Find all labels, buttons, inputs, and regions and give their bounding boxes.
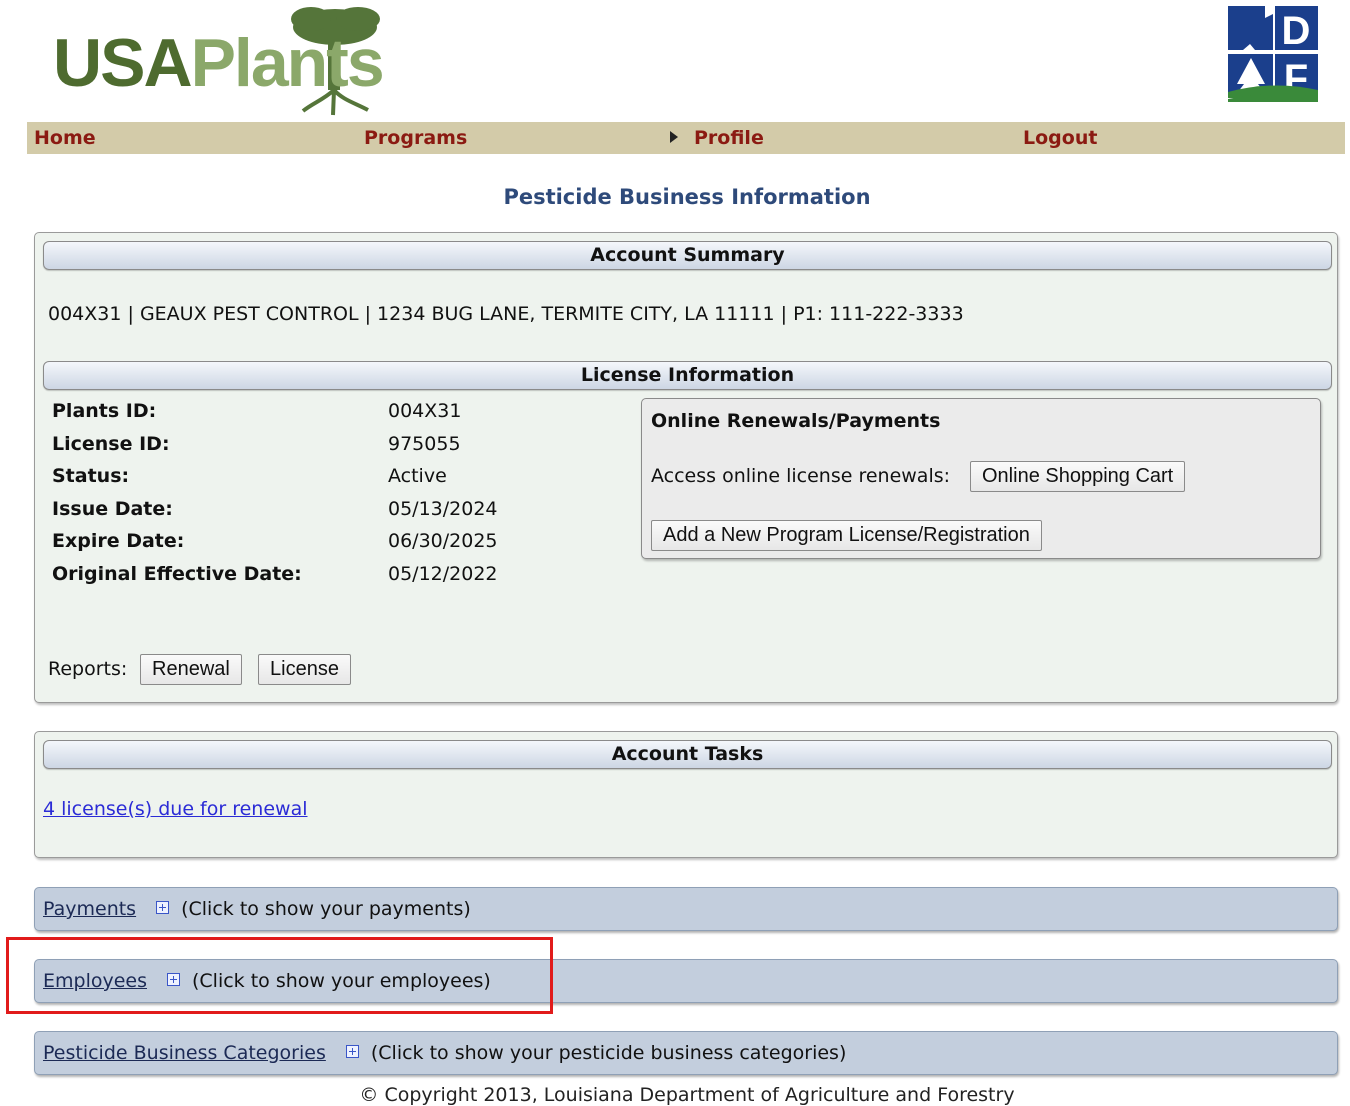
expand-plus-icon[interactable] xyxy=(345,1045,359,1058)
logo-wordmark: USAPlants xyxy=(53,25,385,101)
account-tasks-heading: Account Tasks xyxy=(43,740,1332,769)
employees-hint: (Click to show your employees) xyxy=(192,970,491,992)
nav-home[interactable]: Home xyxy=(34,122,96,154)
pesticide-categories-section: Pesticide Business Categories (Click to s… xyxy=(34,1031,1338,1075)
online-shopping-cart-button[interactable]: Online Shopping Cart xyxy=(970,461,1186,492)
license-id-label: License ID: xyxy=(52,433,170,455)
account-summary-panel: Account Summary 004X31 | GEAUX PEST CONT… xyxy=(34,232,1338,703)
ldaf-logo-icon: D F xyxy=(1228,6,1318,102)
payments-link[interactable]: Payments xyxy=(43,898,136,920)
reports-label: Reports: xyxy=(48,658,128,680)
plants-id-label: Plants ID: xyxy=(52,400,157,422)
renewal-report-button[interactable]: Renewal xyxy=(140,654,242,685)
pesticide-categories-link[interactable]: Pesticide Business Categories xyxy=(43,1042,326,1064)
original-effective-date-value: 05/12/2022 xyxy=(388,563,498,585)
account-summary-line: 004X31 | GEAUX PEST CONTROL | 1234 BUG L… xyxy=(48,303,964,325)
status-label: Status: xyxy=(52,465,130,487)
payments-section: Payments (Click to show your payments) xyxy=(34,887,1338,931)
access-renewals-label: Access online license renewals: xyxy=(651,465,951,487)
account-tasks-panel: Account Tasks 4 license(s) due for renew… xyxy=(34,731,1338,858)
nav-logout[interactable]: Logout xyxy=(1023,122,1097,154)
expire-date-label: Expire Date: xyxy=(52,530,185,552)
expand-plus-icon[interactable] xyxy=(167,973,180,986)
original-effective-date-label: Original Effective Date: xyxy=(52,563,302,585)
svg-text:D: D xyxy=(1282,9,1311,53)
nav-profile[interactable]: Profile xyxy=(670,122,764,154)
nav-profile-label: Profile xyxy=(694,127,764,149)
nav-programs[interactable]: Programs xyxy=(364,122,467,154)
page-title: Pesticide Business Information xyxy=(503,185,871,209)
status-value: Active xyxy=(388,465,447,487)
copyright-footer: © Copyright 2013, Louisiana Department o… xyxy=(359,1084,1015,1106)
pesticide-categories-hint: (Click to show your pesticide business c… xyxy=(370,1042,847,1064)
issue-date-value: 05/13/2024 xyxy=(388,498,498,520)
account-summary-heading: Account Summary xyxy=(43,241,1332,270)
renewal-due-link[interactable]: 4 license(s) due for renewal xyxy=(43,798,308,820)
employees-section: Employees (Click to show your employees) xyxy=(34,959,1338,1003)
expand-plus-icon[interactable] xyxy=(156,901,170,914)
add-program-license-button[interactable]: Add a New Program License/Registration xyxy=(651,520,1042,551)
plants-id-value: 004X31 xyxy=(388,400,462,422)
online-renewals-box: Online Renewals/Payments Access online l… xyxy=(641,398,1321,559)
license-information-heading: License Information xyxy=(43,361,1332,390)
payments-hint: (Click to show your payments) xyxy=(181,898,471,920)
main-nav: Home Programs Profile Logout xyxy=(27,122,1345,154)
expire-date-value: 06/30/2025 xyxy=(388,530,498,552)
employees-link[interactable]: Employees xyxy=(43,970,147,992)
issue-date-label: Issue Date: xyxy=(52,498,173,520)
license-id-value: 975055 xyxy=(388,433,461,455)
usaplants-logo: USAPlants xyxy=(27,5,402,117)
caret-right-icon xyxy=(670,130,678,143)
online-renewals-heading: Online Renewals/Payments xyxy=(651,410,941,432)
license-report-button[interactable]: License xyxy=(258,654,351,685)
